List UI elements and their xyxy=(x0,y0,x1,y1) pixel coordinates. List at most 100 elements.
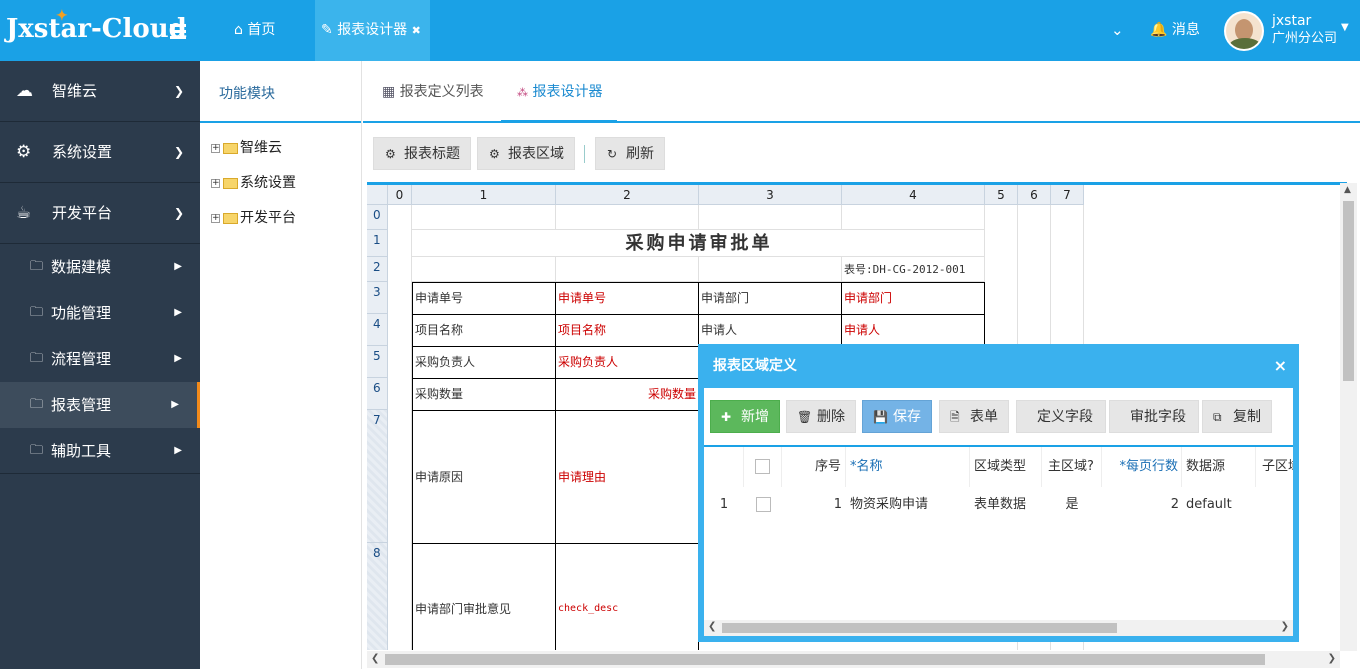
tab-report-definition-list[interactable]: ▦ 报表定义列表 xyxy=(382,61,484,123)
form-number-cell[interactable]: 表号:DH-CG-2012-001 xyxy=(842,257,985,282)
form-button[interactable]: 🗎 表单 xyxy=(939,400,1009,433)
row-header[interactable]: 8 xyxy=(367,543,388,650)
table-row[interactable]: 1 1 物资采购申请 表单数据 是 2 default xyxy=(704,487,1293,523)
close-icon[interactable]: × xyxy=(1274,344,1287,388)
sidebar-item-process-mgmt[interactable]: 🗀 流程管理 ▶ xyxy=(0,336,200,382)
grid-cell[interactable]: 采购负责人 xyxy=(555,346,699,379)
messages-button[interactable]: 🔔 消息 xyxy=(1150,0,1200,61)
grid-cell[interactable] xyxy=(842,205,985,230)
horizontal-scrollbar[interactable]: ❮ ❯ xyxy=(367,651,1340,668)
dialog-horizontal-scrollbar[interactable]: ❮ ❯ xyxy=(704,620,1293,636)
vertical-scrollbar[interactable]: ▲ xyxy=(1340,183,1357,651)
report-title-cell[interactable]: 采购申请审批单 xyxy=(412,230,985,257)
cell-name[interactable]: 物资采购申请 xyxy=(846,487,970,523)
menu-toggle-icon[interactable] xyxy=(170,24,186,42)
sidebar-item-data-modeling[interactable]: 🗀 数据建模 ▶ xyxy=(0,244,200,290)
column-header[interactable]: 7 xyxy=(1051,185,1084,205)
tree-node-system-settings[interactable]: + 系统设置 xyxy=(200,166,361,201)
scroll-left-icon[interactable]: ❮ xyxy=(371,653,379,664)
grid-cell[interactable] xyxy=(699,205,842,230)
top-tab-home[interactable]: ⌂ 首页 xyxy=(222,0,287,61)
scroll-right-icon[interactable]: ❯ xyxy=(1281,621,1289,632)
row-header[interactable]: 5 xyxy=(367,346,388,378)
scroll-up-icon[interactable]: ▲ xyxy=(1344,185,1351,195)
grid-cell[interactable] xyxy=(412,205,556,230)
approve-fields-button[interactable]: 审批字段 xyxy=(1109,400,1199,433)
sidebar-item-report-mgmt[interactable]: 🗀 报表管理 ▶ xyxy=(0,382,200,428)
row-header[interactable]: 4 xyxy=(367,314,388,346)
grid-cell[interactable]: 申请部门 xyxy=(698,282,842,315)
column-header-main-area[interactable]: 主区域? xyxy=(1042,447,1102,487)
sidebar-section-system-settings[interactable]: ⚙ 系统设置 ❯ xyxy=(0,122,200,183)
cell-data-source[interactable]: default xyxy=(1182,487,1256,523)
avatar[interactable] xyxy=(1224,11,1264,51)
column-header-rows-per-page[interactable]: *每页行数 xyxy=(1102,447,1182,487)
column-header[interactable]: 3 xyxy=(699,185,842,205)
delete-button[interactable]: 🗑 删除 xyxy=(786,400,856,433)
column-header-name[interactable]: *名称 xyxy=(846,447,970,487)
scrollbar-thumb[interactable] xyxy=(385,654,1265,665)
column-header[interactable]: 2 xyxy=(556,185,699,205)
cell-area-type[interactable]: 表单数据 xyxy=(970,487,1042,523)
caret-down-icon[interactable]: ▼ xyxy=(1341,22,1349,33)
column-header-area-type[interactable]: 区域类型 xyxy=(970,447,1042,487)
column-header-sub-area[interactable]: 子区域 xyxy=(1256,447,1293,487)
tree-node-zhiweiyun[interactable]: + 智维云 xyxy=(200,131,361,166)
grid-cell[interactable]: 申请原因 xyxy=(412,410,556,544)
row-header[interactable]: 2 xyxy=(367,257,388,282)
grid-cell[interactable]: 申请人 xyxy=(698,314,842,347)
column-header[interactable]: 6 xyxy=(1018,185,1051,205)
top-tab-report-designer[interactable]: ✎ 报表设计器 ✖ xyxy=(315,0,430,61)
grid-cell[interactable]: 申请部门审批意见 xyxy=(412,543,556,650)
select-all-checkbox[interactable] xyxy=(744,447,782,487)
grid-cell[interactable]: 申请部门 xyxy=(841,282,985,315)
scrollbar-thumb[interactable] xyxy=(1343,201,1354,381)
close-icon[interactable]: ✖ xyxy=(412,24,421,37)
tree-node-dev-platform[interactable]: + 开发平台 xyxy=(200,201,361,236)
cell-main-area[interactable]: 是 xyxy=(1042,487,1102,523)
grid-cell[interactable]: 申请人 xyxy=(841,314,985,347)
grid-cell[interactable]: 项目名称 xyxy=(555,314,699,347)
column-header[interactable]: 0 xyxy=(388,185,412,205)
sidebar-item-function-mgmt[interactable]: 🗀 功能管理 ▶ xyxy=(0,290,200,336)
tab-report-designer[interactable]: ⁂ 报表设计器 xyxy=(501,61,617,123)
expand-icon[interactable]: + xyxy=(211,143,220,153)
row-header[interactable]: 7 xyxy=(367,410,388,543)
app-logo[interactable]: Jxstar-Cloud ✦ xyxy=(6,8,187,44)
expand-icon[interactable]: + xyxy=(211,213,220,223)
column-header-seq[interactable]: 序号 xyxy=(782,447,846,487)
sidebar-item-aux-tools[interactable]: 🗀 辅助工具 ▶ xyxy=(0,428,200,474)
expand-icon[interactable]: + xyxy=(211,178,220,188)
grid-cell[interactable]: 申请理由 xyxy=(555,410,699,544)
grid-cell[interactable]: 申请单号 xyxy=(555,282,699,315)
grid-cell[interactable]: 申请单号 xyxy=(412,282,556,315)
cell-seq[interactable]: 1 xyxy=(782,487,846,523)
sidebar-section-zhiweiyun[interactable]: ☁ 智维云 ❯ xyxy=(0,61,200,122)
scrollbar-thumb[interactable] xyxy=(722,623,1117,633)
column-header[interactable]: 5 xyxy=(985,185,1018,205)
grid-cell[interactable]: 采购负责人 xyxy=(412,346,556,379)
grid-cell[interactable]: check_desc xyxy=(555,543,699,650)
grid-cell[interactable]: 采购数量 xyxy=(555,378,699,411)
copy-button[interactable]: ⧉ 复制 xyxy=(1202,400,1272,433)
sidebar-section-dev-platform[interactable]: ☕ 开发平台 ❯ xyxy=(0,183,200,244)
grid-cell[interactable] xyxy=(556,205,699,230)
scroll-right-icon[interactable]: ❯ xyxy=(1328,653,1336,664)
row-header[interactable]: 0 xyxy=(367,205,388,230)
user-menu[interactable]: jxstar 广州分公司 xyxy=(1272,13,1337,47)
add-button[interactable]: ✚ 新增 xyxy=(710,400,780,433)
report-area-button[interactable]: ⚙ 报表区域 xyxy=(477,137,575,170)
collapse-down-icon[interactable]: ⌄ xyxy=(1111,0,1124,61)
grid-cell[interactable] xyxy=(699,257,842,282)
refresh-button[interactable]: ↻ 刷新 xyxy=(595,137,665,170)
column-header-data-source[interactable]: 数据源 xyxy=(1182,447,1256,487)
grid-cell[interactable] xyxy=(412,257,556,282)
grid-cell[interactable] xyxy=(556,257,699,282)
save-button[interactable]: 💾 保存 xyxy=(862,400,932,433)
define-fields-button[interactable]: 定义字段 xyxy=(1016,400,1106,433)
cell-rows-per-page[interactable]: 2 xyxy=(1102,487,1182,523)
row-header[interactable]: 3 xyxy=(367,282,388,314)
row-header[interactable]: 1 xyxy=(367,230,388,257)
report-title-button[interactable]: ⚙ 报表标题 xyxy=(373,137,471,170)
scroll-left-icon[interactable]: ❮ xyxy=(708,621,716,632)
